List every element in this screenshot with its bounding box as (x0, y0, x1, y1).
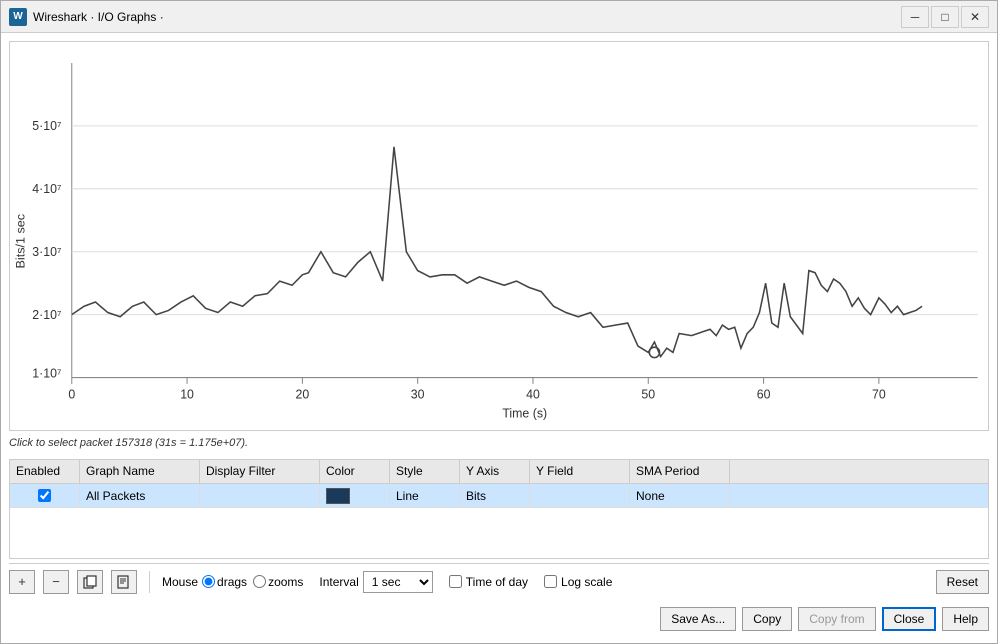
graph-table: Enabled Graph Name Display Filter Color … (9, 459, 989, 559)
copy-graph-button[interactable] (111, 570, 137, 594)
mouse-group: Mouse drags zooms (162, 575, 303, 589)
row-style-cell: Line (390, 484, 460, 507)
svg-text:Bits/1 sec: Bits/1 sec (14, 214, 28, 268)
svg-text:60: 60 (757, 387, 771, 401)
main-content: 5·10⁷ 4·10⁷ 3·10⁷ 2·10⁷ 1·10⁷ Bits/1 sec… (1, 33, 997, 643)
drags-radio-label[interactable]: drags (202, 575, 247, 589)
svg-text:40: 40 (526, 387, 540, 401)
svg-text:2·10⁷: 2·10⁷ (32, 308, 61, 322)
copy-button[interactable]: Copy (742, 607, 792, 631)
row-display-filter-cell (200, 484, 320, 507)
svg-text:0: 0 (68, 387, 75, 401)
col-display-filter: Display Filter (200, 460, 320, 483)
interval-select[interactable]: 1 sec 10 ms 100 ms 10 sec 1 min (363, 571, 433, 593)
reset-button[interactable]: Reset (936, 570, 989, 594)
log-scale-group: Log scale (544, 575, 612, 589)
time-of-day-checkbox[interactable] (449, 575, 462, 588)
svg-text:5·10⁷: 5·10⁷ (32, 119, 61, 133)
row-graph-name-cell: All Packets (80, 484, 200, 507)
chart-area: 5·10⁷ 4·10⁷ 3·10⁷ 2·10⁷ 1·10⁷ Bits/1 sec… (9, 41, 989, 431)
bottom-actions: Save As... Copy Copy from Close Help (9, 603, 989, 635)
interval-group: Interval 1 sec 10 ms 100 ms 10 sec 1 min (319, 571, 432, 593)
svg-text:1·10⁷: 1·10⁷ (32, 366, 61, 380)
col-graph-name: Graph Name (80, 460, 200, 483)
io-graph-svg: 5·10⁷ 4·10⁷ 3·10⁷ 2·10⁷ 1·10⁷ Bits/1 sec… (10, 42, 988, 430)
help-button[interactable]: Help (942, 607, 989, 631)
copy-icon (117, 575, 131, 589)
zooms-radio[interactable] (253, 575, 266, 588)
mouse-label: Mouse (162, 575, 198, 589)
col-style: Style (390, 460, 460, 483)
svg-text:4·10⁷: 4·10⁷ (32, 182, 61, 196)
svg-text:70: 70 (872, 387, 886, 401)
row-enabled-cell[interactable] (10, 484, 80, 507)
row-color-cell[interactable] (320, 484, 390, 507)
enabled-checkbox[interactable] (38, 489, 51, 502)
window-controls: ─ □ ✕ (901, 6, 989, 28)
log-scale-label: Log scale (561, 575, 612, 589)
col-enabled: Enabled (10, 460, 80, 483)
minimize-button[interactable]: ─ (901, 6, 929, 28)
chart-container: 5·10⁷ 4·10⁷ 3·10⁷ 2·10⁷ 1·10⁷ Bits/1 sec… (10, 42, 988, 430)
col-y-axis: Y Axis (460, 460, 530, 483)
row-sma-period-cell: None (630, 484, 730, 507)
maximize-button[interactable]: □ (931, 6, 959, 28)
duplicate-icon (83, 575, 97, 589)
svg-text:Time (s): Time (s) (502, 406, 547, 420)
color-swatch[interactable] (326, 488, 350, 504)
zooms-radio-label[interactable]: zooms (253, 575, 303, 589)
main-window: W Wireshark · I/O Graphs · ─ □ ✕ (0, 0, 998, 644)
zooms-label: zooms (268, 575, 303, 589)
drags-radio[interactable] (202, 575, 215, 588)
row-y-axis-cell: Bits (460, 484, 530, 507)
bottom-toolbar: + − Mouse (9, 563, 989, 599)
duplicate-graph-button[interactable] (77, 570, 103, 594)
col-color: Color (320, 460, 390, 483)
remove-graph-button[interactable]: − (43, 570, 69, 594)
col-y-field: Y Field (530, 460, 630, 483)
row-y-field-cell (530, 484, 630, 507)
table-header: Enabled Graph Name Display Filter Color … (10, 460, 988, 484)
table-row[interactable]: All Packets Line Bits None (10, 484, 988, 508)
status-text: Click to select packet 157318 (31s = 1.1… (9, 437, 248, 449)
window-title: Wireshark · I/O Graphs · (33, 10, 901, 24)
mouse-radio-group: drags zooms (202, 575, 303, 589)
status-bar: Click to select packet 157318 (31s = 1.1… (9, 435, 989, 455)
titlebar: W Wireshark · I/O Graphs · ─ □ ✕ (1, 1, 997, 33)
app-icon: W (9, 8, 27, 26)
toolbar-separator-1 (149, 571, 150, 593)
log-scale-checkbox[interactable] (544, 575, 557, 588)
interval-label: Interval (319, 575, 358, 589)
svg-text:3·10⁷: 3·10⁷ (32, 245, 61, 259)
svg-text:30: 30 (411, 387, 425, 401)
time-of-day-group: Time of day (449, 575, 528, 589)
svg-text:10: 10 (180, 387, 194, 401)
add-graph-button[interactable]: + (9, 570, 35, 594)
svg-text:20: 20 (296, 387, 310, 401)
close-window-button[interactable]: ✕ (961, 6, 989, 28)
close-button[interactable]: Close (882, 607, 937, 631)
svg-text:50: 50 (641, 387, 655, 401)
copy-from-button[interactable]: Copy from (798, 607, 875, 631)
col-sma-period: SMA Period (630, 460, 730, 483)
drags-label: drags (217, 575, 247, 589)
time-of-day-label: Time of day (466, 575, 528, 589)
save-as-button[interactable]: Save As... (660, 607, 736, 631)
